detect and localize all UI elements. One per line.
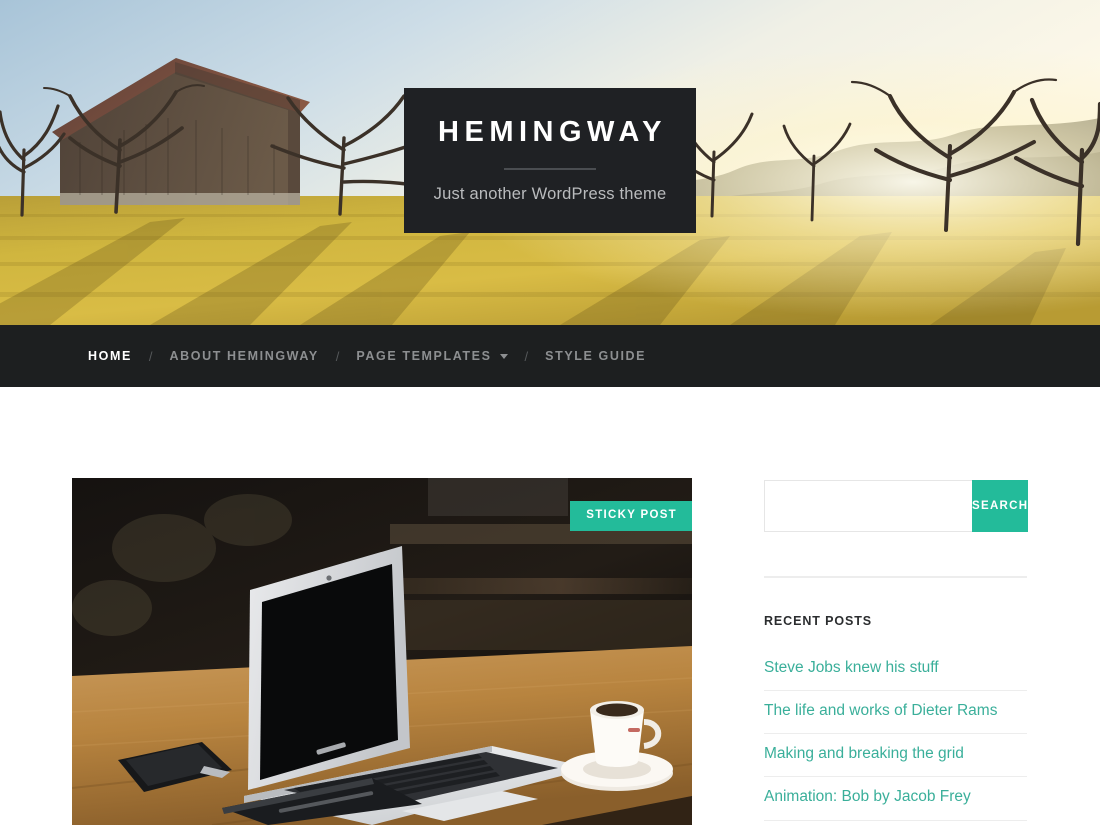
sidebar: Search Recent Posts Steve Jobs knew his …	[692, 478, 1100, 825]
chevron-down-icon[interactable]	[499, 353, 508, 359]
nav-item-label: Style Guide	[545, 349, 647, 363]
nav-item-home[interactable]: Home	[88, 349, 132, 363]
recent-post-link[interactable]: Making and breaking the grid	[764, 734, 1027, 776]
site-tagline: Just another WordPress theme	[433, 185, 667, 204]
recent-post-link[interactable]: Steve Jobs knew his stuff	[764, 648, 1027, 690]
nav-item-label: Home	[88, 349, 132, 363]
recent-posts-title: Recent Posts	[764, 614, 873, 628]
sidebar-divider	[764, 576, 1027, 578]
site-branding: Hemingway Just another WordPress theme	[404, 88, 696, 233]
recent-post-link[interactable]: Animation: Bob by Jacob Frey	[764, 777, 1027, 819]
search-form: Search	[764, 480, 1029, 532]
nav-item-style-guide[interactable]: Style Guide	[545, 349, 646, 363]
search-input[interactable]	[764, 480, 972, 532]
primary-navigation: Home / About Hemingway / Page Templates …	[0, 325, 1100, 387]
featured-post-card[interactable]: Sticky Post	[72, 478, 692, 825]
sticky-post-badge: Sticky Post	[570, 501, 692, 531]
nav-item-about-hemingway[interactable]: About Hemingway	[170, 349, 319, 363]
list-item[interactable]: The life and works of Dieter Rams	[764, 691, 1027, 735]
site-content: Sticky Post Search Recent Posts Steve Jo…	[0, 387, 1100, 825]
nav-item-label: Page Templates	[356, 349, 492, 363]
site-title[interactable]: Hemingway	[433, 118, 667, 147]
title-divider	[504, 168, 596, 171]
main-content-area: Sticky Post	[0, 478, 692, 825]
list-item[interactable]: Steve Jobs knew his stuff	[764, 648, 1027, 692]
recent-posts-widget: Recent Posts Steve Jobs knew his stuff T…	[764, 614, 1027, 825]
nav-item-label: About Hemingway	[169, 349, 319, 363]
featured-post-image[interactable]: Sticky Post	[72, 478, 692, 825]
site-hero-header: Hemingway Just another WordPress theme	[0, 0, 1100, 325]
nav-item-page-templates[interactable]: Page Templates	[356, 349, 508, 363]
search-button[interactable]: Search	[972, 480, 1029, 532]
list-item[interactable]: MacBook Air 13″ 2013	[764, 821, 1027, 825]
recent-post-link[interactable]: The life and works of Dieter Rams	[764, 691, 1027, 733]
recent-posts-list: Steve Jobs knew his stuff The life and w…	[764, 648, 1027, 825]
recent-post-link[interactable]: MacBook Air 13″ 2013	[764, 821, 1027, 825]
nav-separator: /	[524, 348, 529, 364]
nav-separator: /	[335, 348, 340, 364]
nav-list: Home / About Hemingway / Page Templates …	[88, 349, 646, 364]
list-item[interactable]: Making and breaking the grid	[764, 734, 1027, 778]
nav-separator: /	[148, 348, 153, 364]
list-item[interactable]: Animation: Bob by Jacob Frey	[764, 777, 1027, 821]
